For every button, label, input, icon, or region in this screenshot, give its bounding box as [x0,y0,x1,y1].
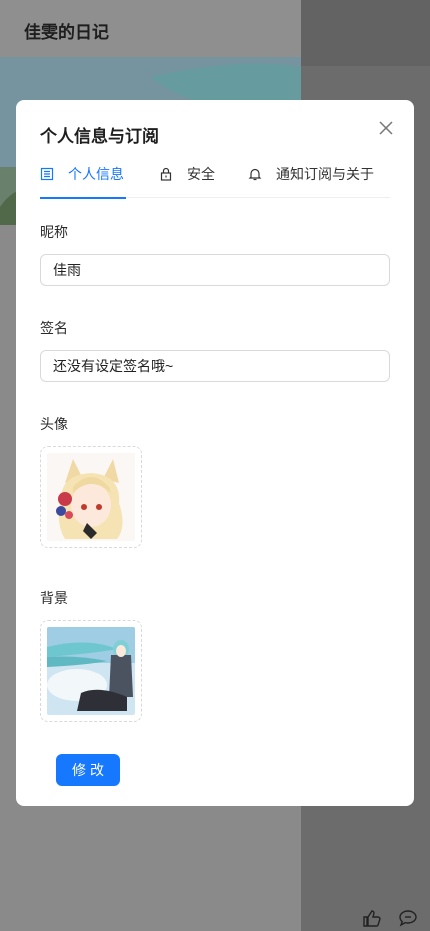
post-actions [362,908,418,928]
nickname-input[interactable]: 佳雨 [40,254,390,286]
avatar-image [47,453,135,541]
bell-icon [248,168,262,181]
profile-icon [40,167,54,181]
like-icon[interactable] [362,908,382,928]
nickname-label: 昵称 [40,224,68,240]
tab-security[interactable]: 安全 [159,164,215,198]
comment-icon[interactable] [398,908,418,928]
sidebar-header [301,0,430,66]
lock-icon [160,167,172,181]
close-icon [379,121,393,135]
background-label: 背景 [40,590,68,606]
profile-modal: 个人信息与订阅 个人信息 安全 通知订阅与关于 昵称 佳雨 签名 还没有设定签名… [16,100,414,806]
tab-label: 个人信息 [68,166,124,182]
tab-label: 通知订阅与关于 [276,166,374,182]
tab-bar: 个人信息 安全 通知订阅与关于 [40,164,390,199]
signature-input[interactable]: 还没有设定签名哦~ [40,350,390,382]
modal-title: 个人信息与订阅 [40,127,159,146]
tab-notifications[interactable]: 通知订阅与关于 [248,164,374,198]
close-button[interactable] [378,120,394,136]
avatar-upload[interactable] [40,446,142,548]
avatar-label: 头像 [40,416,68,432]
blog-title: 佳雯的日记 [24,23,109,42]
tab-label: 安全 [187,166,215,182]
page-header: 佳雯的日记 [0,0,301,57]
background-upload[interactable] [40,620,142,722]
background-image [47,627,135,715]
tab-profile[interactable]: 个人信息 [40,164,126,199]
submit-button[interactable]: 修改 [56,754,120,786]
signature-label: 签名 [40,320,68,336]
